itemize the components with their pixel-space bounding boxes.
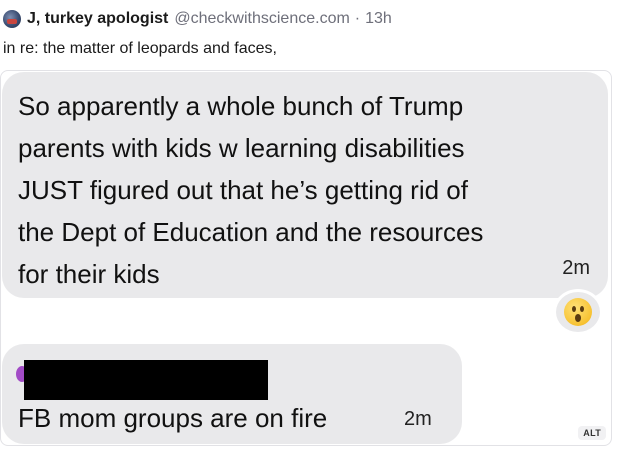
post-page: J, turkey apologist @checkwithscience.co… [0, 0, 617, 449]
alt-text-button[interactable]: ALT [578, 426, 606, 440]
post-timestamp[interactable]: 13h [365, 10, 392, 28]
post-image-attachment[interactable]: So apparently a whole bunch of Trump par… [0, 70, 612, 446]
message-text: So apparently a whole bunch of Trump par… [18, 91, 484, 289]
author-avatar[interactable] [3, 10, 21, 28]
redaction-bar [24, 360, 268, 400]
reaction-badge [553, 289, 603, 335]
post-header: J, turkey apologist @checkwithscience.co… [3, 8, 392, 30]
message-bubble: FB mom groups are on fire 2m [2, 344, 462, 444]
hushed-face-emoji-icon [564, 298, 592, 326]
message-bubble: So apparently a whole bunch of Trump par… [2, 72, 608, 298]
author-display-name[interactable]: J, turkey apologist [27, 10, 168, 28]
author-handle[interactable]: @checkwithscience.com [174, 10, 349, 28]
message-text: FB mom groups are on fire [18, 403, 328, 433]
header-separator: · [354, 10, 361, 27]
message-time: 2m [562, 257, 590, 279]
message-time: 2m [404, 408, 432, 430]
post-text: in re: the matter of leopards and faces, [3, 40, 277, 57]
